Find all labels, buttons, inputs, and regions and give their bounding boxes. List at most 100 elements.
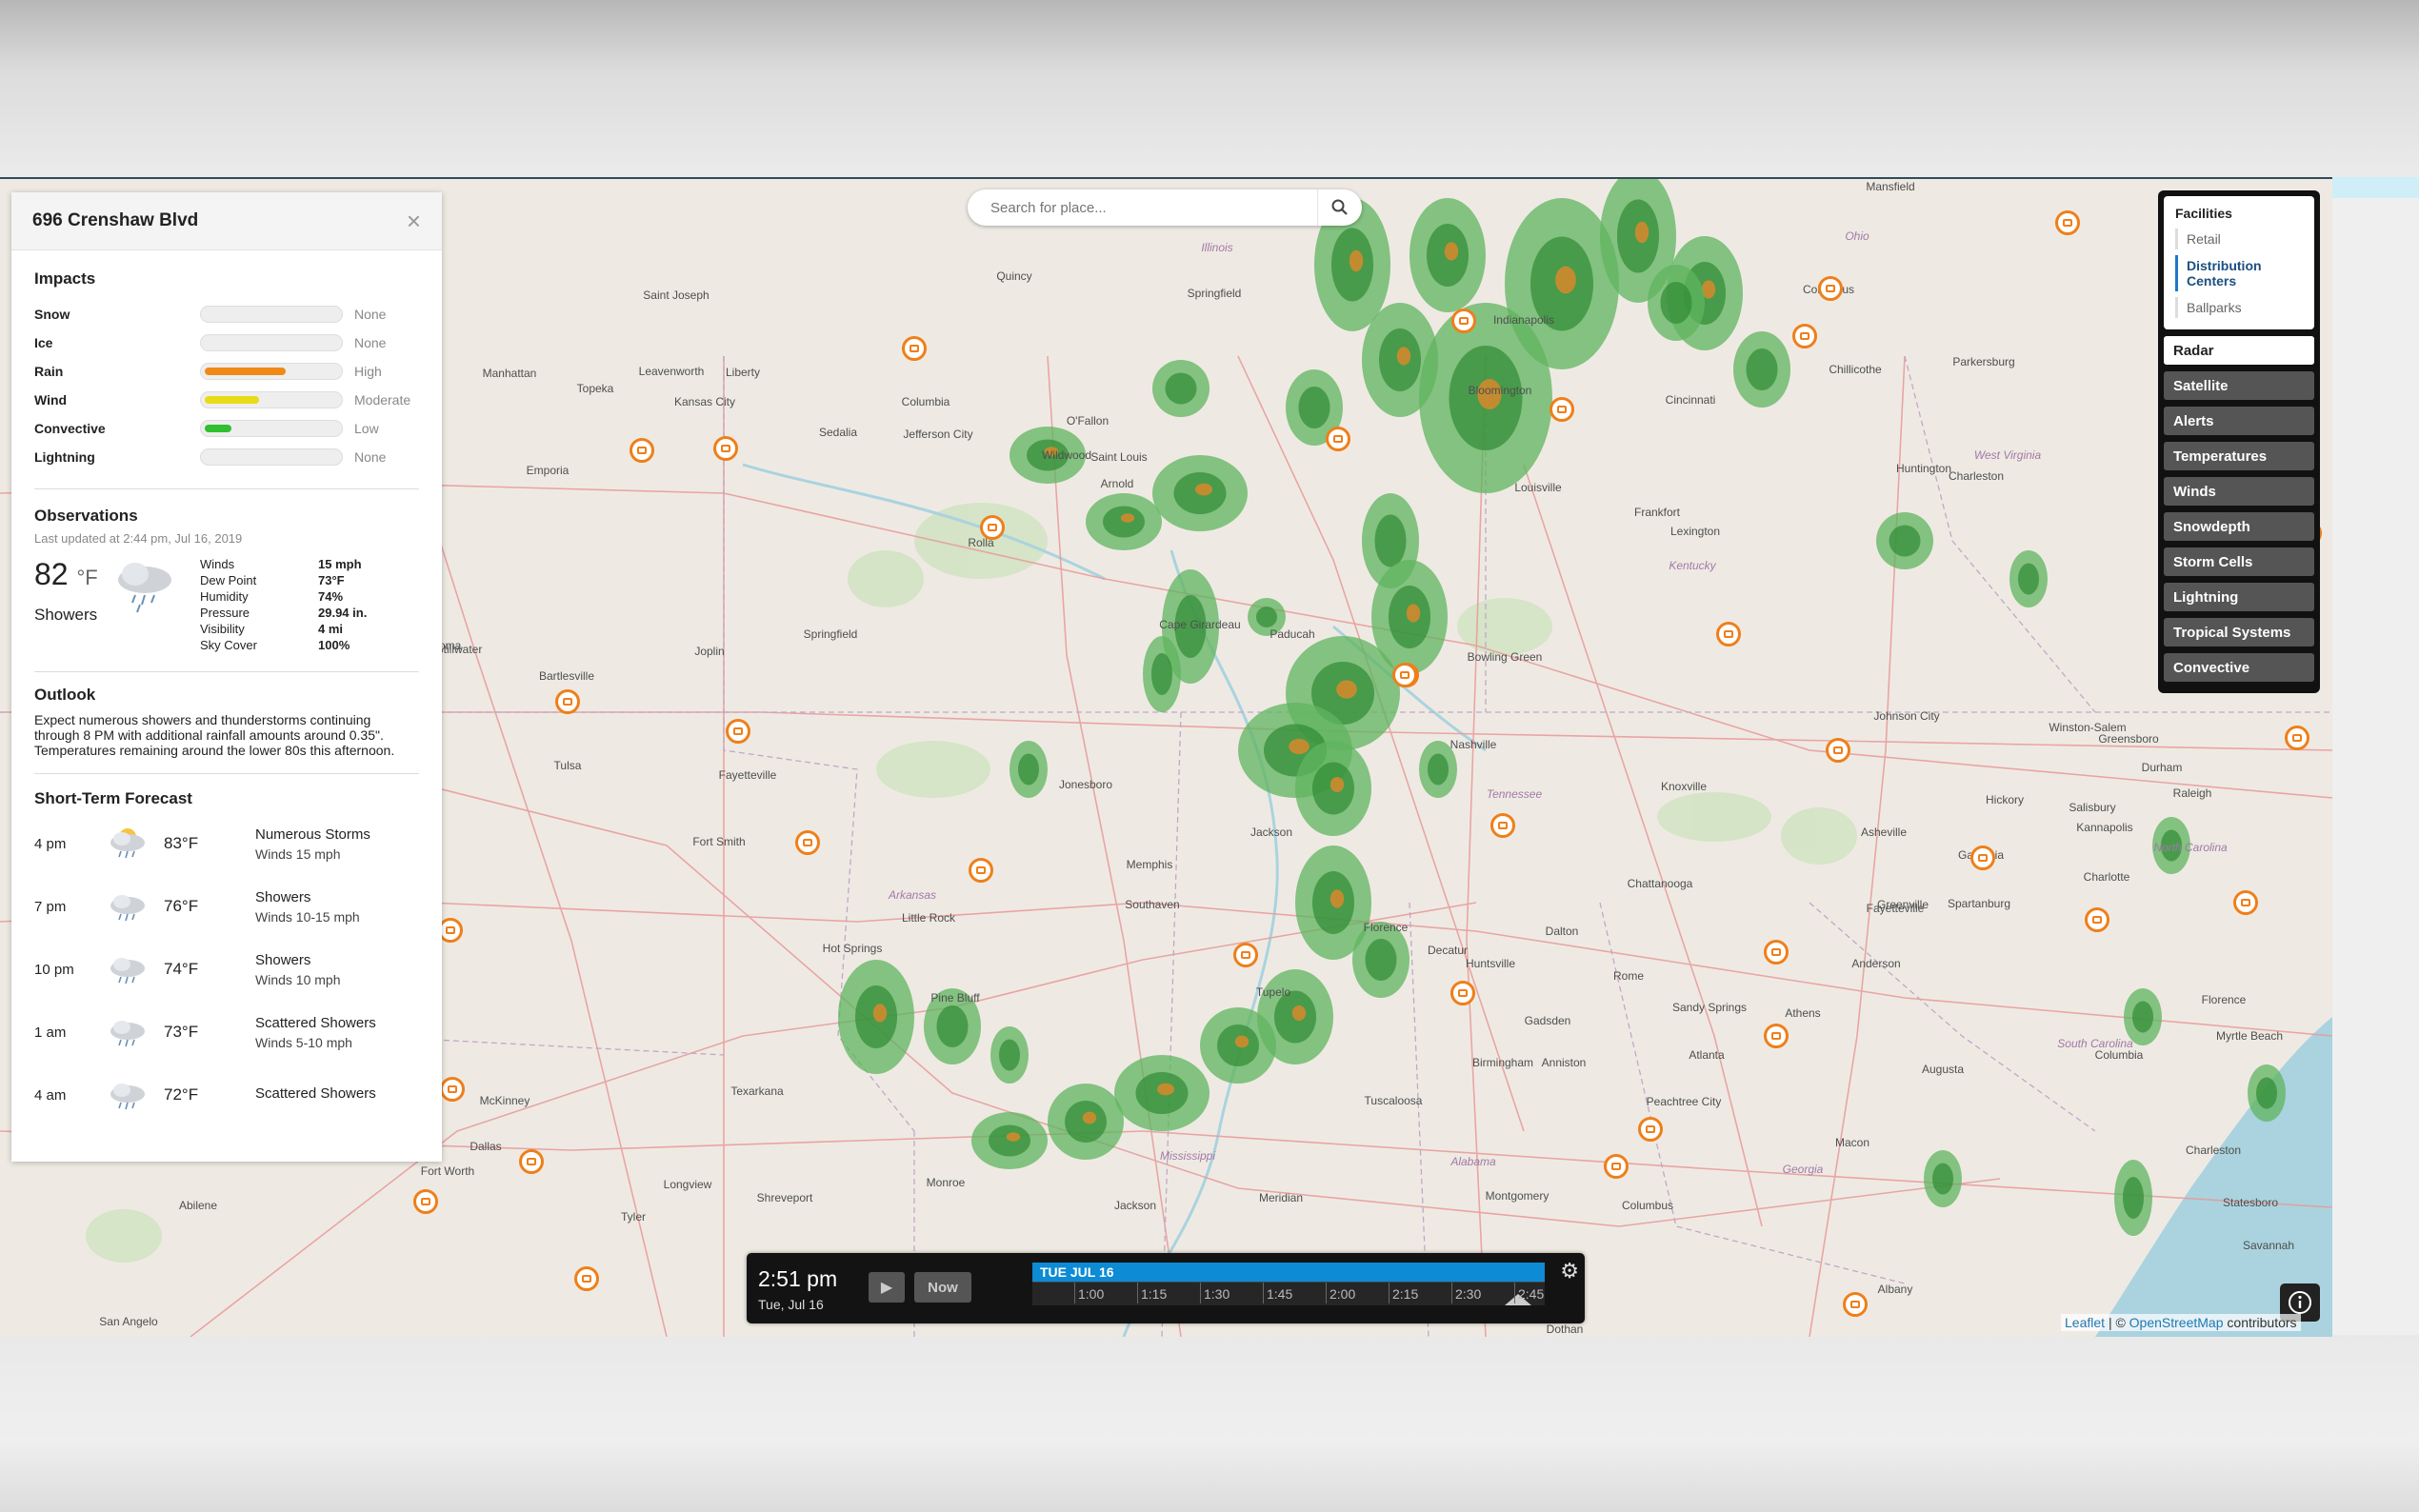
distribution-center-pin-icon[interactable] [726,719,750,744]
forecast-row: 10 pm 74°F Showers Winds 10 mph [34,938,419,1001]
city-label: Joplin [694,645,725,658]
distribution-center-pin-icon[interactable] [555,689,580,714]
distribution-center-pin-icon[interactable] [2085,907,2109,932]
distribution-center-pin-icon[interactable] [1451,308,1476,333]
city-label: Springfield [803,627,858,641]
distribution-center-pin-icon[interactable] [1490,813,1515,838]
gear-icon[interactable]: ⚙ [1560,1259,1579,1283]
place-search-input[interactable] [989,198,1317,217]
timeline-day-bar[interactable]: TUE JUL 16 [1032,1263,1545,1282]
distribution-center-pin-icon[interactable] [413,1189,438,1214]
city-label: Lexington [1669,525,1721,538]
distribution-center-pin-icon[interactable] [574,1266,599,1291]
distribution-center-pin-icon[interactable] [2285,726,2309,750]
distribution-center-pin-icon[interactable] [1826,738,1850,763]
city-label: Tulsa [553,759,582,772]
layer-button-tropical-systems[interactable]: Tropical Systems [2164,618,2314,647]
layer-button-alerts[interactable]: Alerts [2164,407,2314,435]
play-button[interactable]: ▶ [869,1272,905,1303]
distribution-center-pin-icon[interactable] [1392,663,1417,687]
observation-label: Dew Point [200,573,257,587]
distribution-center-pin-icon[interactable] [1549,397,1574,422]
city-label: Cincinnati [1665,393,1716,407]
facility-item-distribution-centers[interactable]: Distribution Centers [2175,255,2303,291]
distribution-center-pin-icon[interactable] [713,436,738,461]
distribution-center-pin-icon[interactable] [1604,1154,1629,1179]
now-button[interactable]: Now [914,1272,971,1303]
distribution-center-pin-icon[interactable] [1764,1024,1789,1048]
city-label: Bloomington [1468,384,1532,397]
city-label: Liberty [725,366,761,379]
layer-button-storm-cells[interactable]: Storm Cells [2164,547,2314,576]
layer-button-snowdepth[interactable]: Snowdepth [2164,512,2314,541]
city-label: Fort Worth [420,1164,475,1178]
search-icon [1331,199,1348,215]
observations-heading: Observations [34,507,138,525]
observation-value: 73°F [318,573,345,587]
distribution-center-pin-icon[interactable] [1638,1117,1663,1142]
forecast-temp: 83°F [164,834,199,852]
facility-item-ballparks[interactable]: Ballparks [2175,297,2303,318]
city-label: Kannapolis [2076,821,2133,834]
layer-button-radar[interactable]: Radar [2164,336,2314,365]
osm-link[interactable]: OpenStreetMap [2129,1315,2224,1330]
city-label: Emporia [526,464,570,477]
info-icon [2289,1291,2311,1314]
distribution-center-pin-icon[interactable] [1450,981,1475,1005]
distribution-center-pin-icon[interactable] [630,438,654,463]
layer-button-winds[interactable]: Winds [2164,477,2314,506]
distribution-center-pin-icon[interactable] [902,336,927,361]
layer-button-satellite[interactable]: Satellite [2164,371,2314,400]
right-edge-strip [2332,177,2419,198]
impact-bar [200,420,343,437]
impact-row: Lightning None [34,443,419,471]
city-label: Jefferson City [903,428,973,441]
city-label: Gadsden [1524,1014,1571,1027]
distribution-center-pin-icon[interactable] [519,1149,544,1174]
distribution-center-pin-icon[interactable] [1764,940,1789,965]
play-icon: ▶ [880,1280,893,1296]
distribution-center-pin-icon[interactable] [1326,427,1350,451]
city-label: Parkersburg [1952,355,2015,368]
distribution-center-pin-icon[interactable] [1970,846,1995,870]
forecast-description: Showers Winds 10-15 mph [255,889,360,925]
distribution-center-pin-icon[interactable] [969,858,993,883]
current-temperature: 82 °F [34,557,98,591]
distribution-center-pin-icon[interactable] [1792,324,1817,348]
distribution-center-pin-icon[interactable] [1818,276,1843,301]
layer-button-lightning[interactable]: Lightning [2164,583,2314,611]
city-label: Fort Smith [692,835,746,848]
distribution-center-pin-icon[interactable] [2233,890,2258,915]
observation-value: 100% [318,638,350,652]
city-label: Rome [1612,969,1645,983]
distribution-center-pin-icon[interactable] [1233,943,1258,967]
layer-button-temperatures[interactable]: Temperatures [2164,442,2314,470]
distribution-center-pin-icon[interactable] [1716,622,1741,647]
city-label: Leavenworth [638,365,705,378]
timeline-tick: 2:15 [1392,1286,1419,1302]
distribution-center-pin-icon[interactable] [440,1077,465,1102]
city-label: Savannah [2242,1239,2295,1252]
timeline-tick: 1:15 [1141,1286,1168,1302]
impact-name: Snow [34,307,70,322]
distribution-center-pin-icon[interactable] [1843,1292,1868,1317]
close-icon[interactable]: × [407,207,421,236]
city-label: Birmingham [1471,1056,1534,1069]
observation-label: Humidity [200,589,249,604]
impacts-heading: Impacts [34,269,96,288]
facilities-panel: Facilities Retail Distribution Centers Bal… [2164,196,2314,329]
timeline-scrubber[interactable]: 1:00 1:15 1:30 1:45 2:00 2:15 2:30 2:45 [1032,1282,1545,1305]
search-button[interactable] [1317,189,1362,226]
observation-label: Winds [200,557,235,571]
impact-row: Convective Low [34,414,419,443]
layer-button-convective[interactable]: Convective [2164,653,2314,682]
city-label: Macon [1834,1136,1870,1149]
distribution-center-pin-icon[interactable] [795,830,820,855]
city-label: Memphis [1126,858,1173,871]
distribution-center-pin-icon[interactable] [980,515,1005,540]
forecast-time: 10 pm [34,961,74,978]
city-label: Monroe [926,1176,966,1189]
leaflet-link[interactable]: Leaflet [2065,1315,2105,1330]
facility-item-retail[interactable]: Retail [2175,229,2303,249]
distribution-center-pin-icon[interactable] [2055,210,2080,235]
